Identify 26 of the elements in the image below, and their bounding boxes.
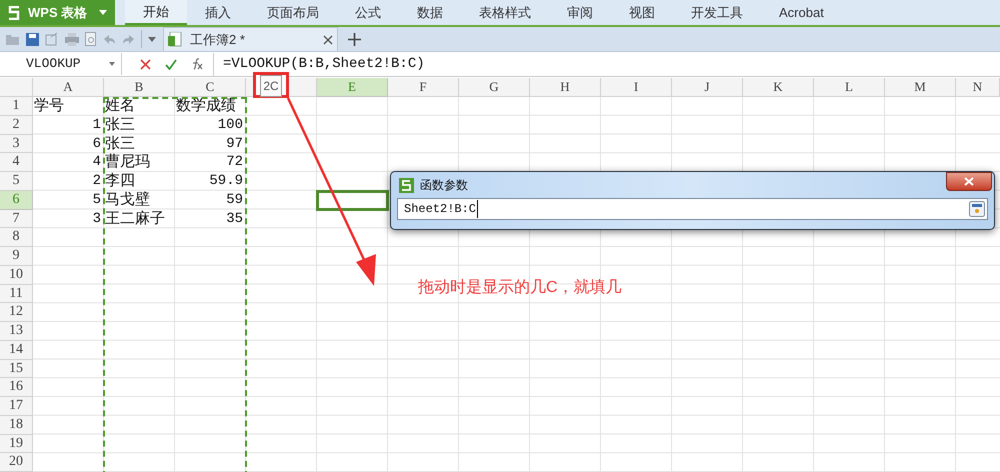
- table-cell-text: 学号: [33, 97, 65, 116]
- table-cell-text: 59.9: [208, 172, 244, 191]
- table-cell-text: 王二麻子: [104, 210, 166, 228]
- drag-tooltip: 2C: [260, 75, 282, 97]
- table-cell-text: 59: [225, 190, 244, 210]
- table-cell-text: 5: [92, 190, 102, 210]
- table-cell-text: 35: [225, 210, 244, 228]
- table-cell-text: 姓名: [104, 97, 136, 116]
- table-cell-text: 4: [92, 153, 102, 172]
- table-cell-text: 6: [92, 134, 102, 154]
- table-cell-text: 数学成绩: [175, 97, 237, 116]
- table-cell-text: 3: [92, 210, 102, 228]
- table-cell-text: 100: [216, 116, 244, 134]
- app-name: WPS 表格: [28, 4, 88, 22]
- table-cell-text: 72: [225, 153, 244, 172]
- table-cell-text: 马戈壁: [104, 190, 151, 210]
- dialog-title: 函数参数: [420, 177, 468, 194]
- table-cell-text: 李四: [104, 172, 136, 191]
- table-cell-text: 2: [92, 172, 102, 191]
- document-title: 工作簿2 *: [190, 30, 245, 49]
- table-cell-text: 曹尼玛: [104, 153, 151, 172]
- table-cell-text: 张三: [104, 134, 136, 154]
- annotation-text: 拖动时是显示的几C，就填几: [418, 278, 622, 298]
- table-cell-text: 张三: [104, 116, 136, 134]
- table-cell-text: 1: [92, 116, 102, 134]
- table-cell-text: 97: [225, 134, 244, 154]
